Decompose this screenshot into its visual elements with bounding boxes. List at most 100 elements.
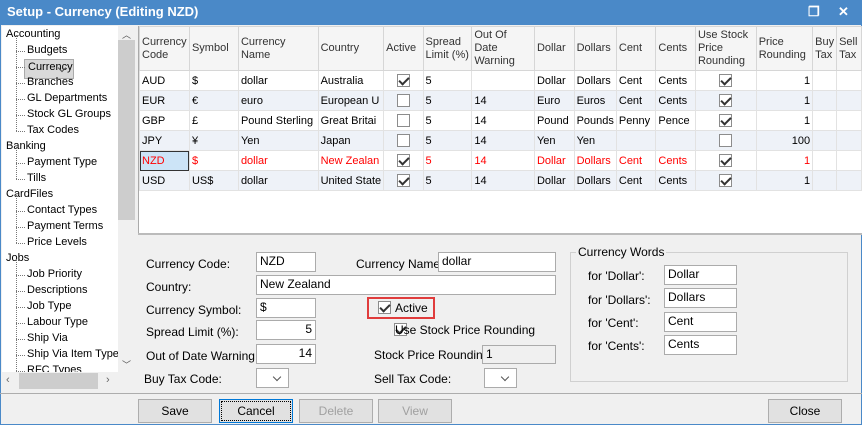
cell-code[interactable]: GBP bbox=[139, 110, 190, 131]
splitter[interactable] bbox=[138, 233, 862, 235]
cancel-button[interactable]: Cancel bbox=[219, 399, 293, 423]
column-header[interactable]: Out Of Date Warning bbox=[471, 26, 535, 71]
cell-buy[interactable] bbox=[812, 130, 838, 151]
cell-country[interactable]: United State bbox=[317, 170, 385, 191]
stock-price-rounding-input[interactable]: 1 bbox=[482, 345, 556, 364]
column-header[interactable]: Active bbox=[383, 26, 424, 71]
tree-scroll-thumb[interactable] bbox=[118, 40, 135, 220]
cell-cent[interactable]: Penny bbox=[615, 110, 657, 131]
word-cents-input[interactable]: Cents bbox=[664, 335, 737, 355]
restore-icon[interactable]: ❐ bbox=[808, 4, 820, 20]
cell-cents[interactable]: Cents bbox=[655, 150, 696, 171]
sidebar-item-payment-type[interactable]: Payment Type bbox=[24, 155, 97, 170]
sidebar-item-accounting[interactable]: Accounting bbox=[6, 27, 60, 42]
cell-spread[interactable]: 5 bbox=[422, 150, 473, 171]
sidebar-item-tills[interactable]: Tills bbox=[24, 171, 46, 186]
cell-dollar[interactable]: Yen bbox=[533, 130, 575, 151]
use_stock-checkbox[interactable] bbox=[719, 94, 733, 107]
table-row[interactable]: NZD $ dollar New Zealan 5 14 Dollar Dollars Cent… bbox=[139, 150, 862, 171]
cell-dollars[interactable]: Yen bbox=[573, 130, 617, 151]
sidebar-item-budgets[interactable]: Budgets bbox=[24, 43, 67, 58]
cell-cents[interactable]: Cents bbox=[655, 90, 696, 111]
use_stock-checkbox[interactable] bbox=[719, 134, 733, 147]
table-row[interactable]: GBP £ Pound Sterling Great Britai 5 14 Pound Po… bbox=[139, 110, 862, 131]
cell-buy[interactable] bbox=[812, 70, 838, 91]
cell-use_stock[interactable] bbox=[694, 90, 757, 111]
cell-dollar[interactable]: Pound bbox=[533, 110, 575, 131]
cell-use_stock[interactable] bbox=[694, 130, 757, 151]
scroll-up-icon[interactable]: ︿ bbox=[122, 28, 131, 41]
cell-cent[interactable]: Cent bbox=[615, 70, 657, 91]
cell-name[interactable]: dollar bbox=[237, 150, 319, 171]
spread-limit-input[interactable]: 5 bbox=[256, 320, 316, 340]
cell-symbol[interactable]: £ bbox=[188, 110, 239, 131]
cell-name[interactable]: Yen bbox=[237, 130, 319, 151]
cell-country[interactable]: New Zealan bbox=[317, 150, 385, 171]
cell-name[interactable]: Pound Sterling bbox=[237, 110, 319, 131]
cell-name[interactable]: dollar bbox=[237, 170, 319, 191]
column-header[interactable]: Cents bbox=[655, 26, 696, 71]
cell-cent[interactable]: Cent bbox=[615, 90, 657, 111]
cell-active[interactable] bbox=[383, 150, 424, 171]
cell-rounding[interactable]: 1 bbox=[755, 110, 814, 131]
cell-symbol[interactable]: $ bbox=[188, 150, 239, 171]
cell-symbol[interactable]: € bbox=[188, 90, 239, 111]
sidebar-item-ship-via[interactable]: Ship Via bbox=[24, 331, 68, 346]
close-button[interactable]: Close bbox=[768, 399, 842, 423]
cell-active[interactable] bbox=[383, 130, 424, 151]
cell-dollars[interactable]: Dollars bbox=[573, 70, 617, 91]
cell-dollar[interactable]: Dollar bbox=[533, 70, 575, 91]
cell-country[interactable]: Great Britai bbox=[317, 110, 385, 131]
cell-ood[interactable]: 14 bbox=[471, 90, 535, 111]
column-header[interactable]: Cent bbox=[615, 26, 657, 71]
cell-cents[interactable]: Cents bbox=[655, 70, 696, 91]
cell-ood[interactable]: 14 bbox=[471, 130, 535, 151]
cell-code[interactable]: AUD bbox=[139, 70, 190, 91]
buy-tax-code-select[interactable] bbox=[256, 368, 289, 388]
cell-dollars[interactable]: Dollars bbox=[573, 150, 617, 171]
sidebar-item-job-priority[interactable]: Job Priority bbox=[24, 267, 82, 282]
column-header[interactable]: Use Stock Price Rounding bbox=[694, 26, 757, 71]
cell-symbol[interactable]: $ bbox=[188, 70, 239, 91]
cell-buy[interactable] bbox=[812, 170, 838, 191]
cell-country[interactable]: Australia bbox=[317, 70, 385, 91]
cell-ood[interactable]: 14 bbox=[471, 110, 535, 131]
active-checkbox[interactable] bbox=[396, 114, 410, 127]
column-header[interactable]: Dollars bbox=[573, 26, 617, 71]
cell-cent[interactable]: Cent bbox=[615, 170, 657, 191]
cell-ood[interactable]: 14 bbox=[471, 170, 535, 191]
column-header[interactable]: Spread Limit (%) bbox=[422, 26, 473, 71]
sidebar-item-payment-terms[interactable]: Payment Terms bbox=[24, 219, 103, 234]
cell-code[interactable]: JPY bbox=[139, 130, 190, 151]
cell-rounding[interactable]: 100 bbox=[755, 130, 814, 151]
cell-name[interactable]: euro bbox=[237, 90, 319, 111]
use_stock-checkbox[interactable] bbox=[719, 174, 733, 187]
cell-active[interactable] bbox=[383, 70, 424, 91]
table-row[interactable]: USD US$ dollar United State 5 14 Dollar Dollars… bbox=[139, 170, 862, 191]
word-dollars-input[interactable]: Dollars bbox=[664, 288, 737, 308]
cell-ood[interactable] bbox=[471, 70, 535, 91]
table-row[interactable]: EUR € euro European U 5 14 Euro Euros Cent Cents 1 bbox=[139, 90, 862, 111]
cell-use_stock[interactable] bbox=[694, 70, 757, 91]
cell-country[interactable]: European U bbox=[317, 90, 385, 111]
sidebar-item-labour-type[interactable]: Labour Type bbox=[24, 315, 88, 330]
cell-dollars[interactable]: Pounds bbox=[573, 110, 617, 131]
cell-dollar[interactable]: Euro bbox=[533, 90, 575, 111]
cell-active[interactable] bbox=[383, 90, 424, 111]
cell-sell[interactable] bbox=[836, 150, 862, 171]
word-dollar-input[interactable]: Dollar bbox=[664, 265, 737, 285]
delete-button[interactable]: Delete bbox=[299, 399, 373, 423]
cell-symbol[interactable]: US$ bbox=[188, 170, 239, 191]
column-header[interactable]: Buy Tax bbox=[812, 26, 838, 71]
cell-country[interactable]: Japan bbox=[317, 130, 385, 151]
cell-cents[interactable]: Cents bbox=[655, 170, 696, 191]
cell-cent[interactable] bbox=[615, 130, 657, 151]
cell-buy[interactable] bbox=[812, 110, 838, 131]
cell-ood[interactable]: 14 bbox=[471, 150, 535, 171]
table-row[interactable]: JPY ¥ Yen Japan 5 14 Yen Yen 100 bbox=[139, 130, 862, 151]
cell-dollar[interactable]: Dollar bbox=[533, 150, 575, 171]
tree-hscroll-thumb[interactable] bbox=[19, 373, 98, 389]
cell-rounding[interactable]: 1 bbox=[755, 150, 814, 171]
cell-sell[interactable] bbox=[836, 90, 862, 111]
sidebar-item-jobs[interactable]: Jobs bbox=[6, 251, 29, 266]
